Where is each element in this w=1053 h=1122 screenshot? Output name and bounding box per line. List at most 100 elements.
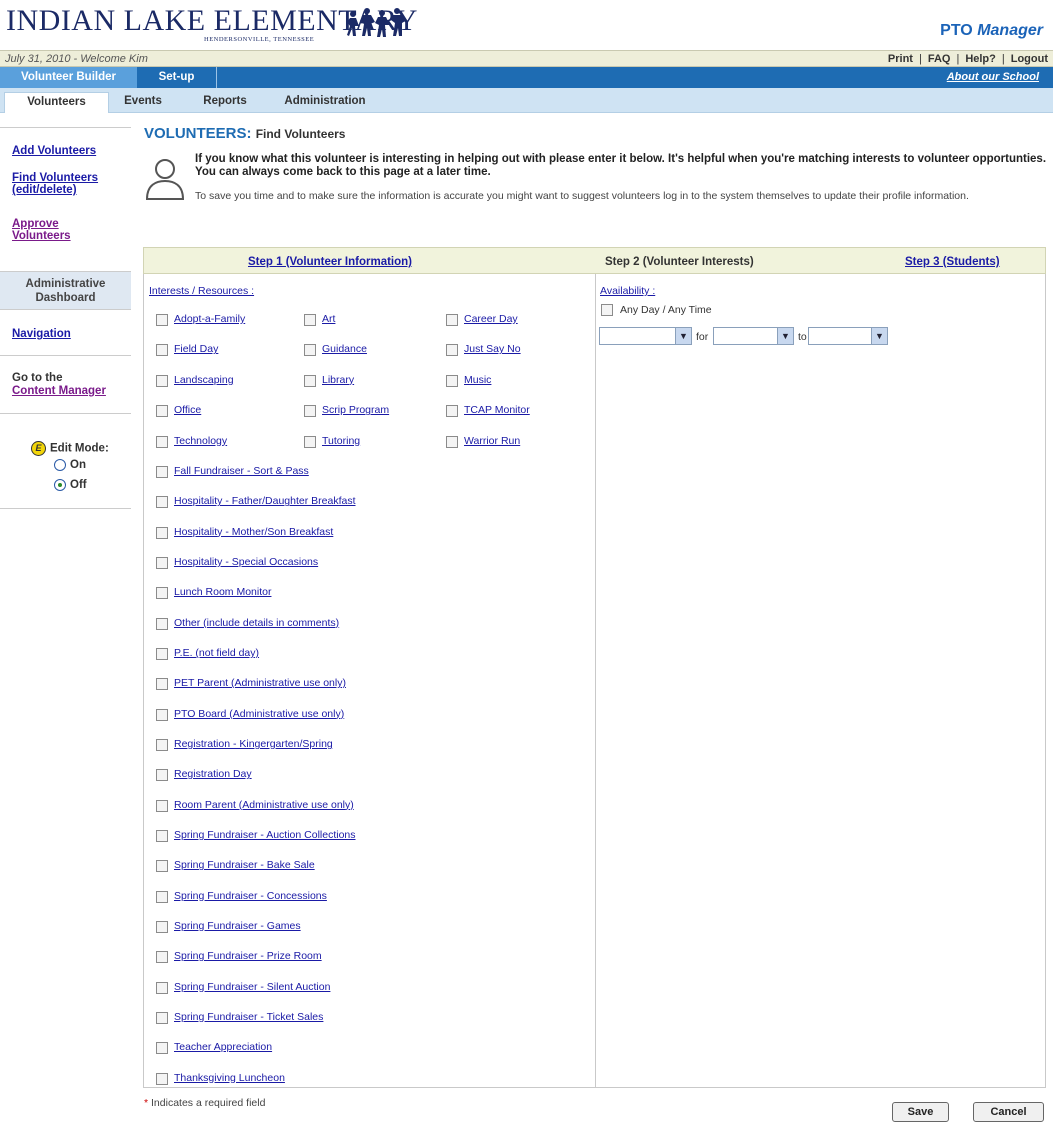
save-button[interactable]: Save [892,1102,949,1122]
interest-label[interactable]: PET Parent (Administrative use only) [174,677,346,689]
any-day-checkbox[interactable] [601,304,613,316]
interest-checkbox[interactable] [156,556,168,569]
add-volunteers-link[interactable]: Add Volunteers [12,145,96,157]
availability-label[interactable]: Availability : [600,285,655,297]
interest-label[interactable]: Lunch Room Monitor [174,586,271,598]
interest-label[interactable]: Spring Fundraiser - Prize Room [174,950,322,962]
interest-checkbox[interactable] [304,405,316,418]
interest-label[interactable]: Guidance [322,343,367,355]
to-time-select[interactable]: ▼ [808,327,888,345]
interest-checkbox[interactable] [446,314,458,326]
help-link[interactable]: Help? [965,53,996,65]
interest-label[interactable]: Spring Fundraiser - Bake Sale [174,859,315,871]
interest-label[interactable]: Spring Fundraiser - Ticket Sales [174,1011,323,1023]
tab-setup[interactable]: Set-up [137,67,217,88]
interest-checkbox[interactable] [446,374,458,387]
interest-checkbox[interactable] [304,314,316,326]
interest-checkbox[interactable] [446,344,458,357]
interest-label[interactable]: Room Parent (Administrative use only) [174,799,354,811]
interest-label[interactable]: Tutoring [322,435,360,447]
interest-label[interactable]: Registration Day [174,768,252,780]
content-manager-link[interactable]: Content Manager [12,385,106,397]
interest-checkbox[interactable] [156,344,168,357]
interest-checkbox[interactable] [304,344,316,357]
interest-label[interactable]: Career Day [464,313,518,325]
about-school-link[interactable]: About our School [947,71,1039,83]
interests-label[interactable]: Interests / Resources : [149,285,254,297]
interest-checkbox[interactable] [156,647,168,660]
interest-checkbox[interactable] [156,617,168,630]
interest-label[interactable]: Landscaping [174,374,234,386]
interest-checkbox[interactable] [156,405,168,418]
interest-checkbox[interactable] [156,981,168,994]
interest-label[interactable]: Field Day [174,343,218,355]
interest-checkbox[interactable] [156,435,168,448]
interest-checkbox[interactable] [156,587,168,600]
interest-checkbox[interactable] [446,435,458,448]
interest-checkbox[interactable] [156,829,168,842]
cancel-button[interactable]: Cancel [973,1102,1044,1122]
interest-label[interactable]: Library [322,374,354,386]
interest-label[interactable]: Hospitality - Mother/Son Breakfast [174,526,333,538]
interest-label[interactable]: Technology [174,435,227,447]
administrative-dashboard-button[interactable]: Administrative Dashboard [0,271,131,310]
interest-label[interactable]: TCAP Monitor [464,404,530,416]
interest-checkbox[interactable] [156,951,168,964]
tab-volunteers[interactable]: Volunteers [4,92,109,113]
edit-mode-off-radio[interactable]: Off [54,479,87,491]
navigation-link[interactable]: Navigation [12,328,71,340]
interest-label[interactable]: Office [174,404,201,416]
logout-link[interactable]: Logout [1011,53,1048,65]
interest-checkbox[interactable] [156,708,168,721]
interest-label[interactable]: Thanksgiving Luncheon [174,1072,285,1084]
interest-checkbox[interactable] [156,1072,168,1085]
interest-checkbox[interactable] [156,860,168,873]
interest-label[interactable]: Other (include details in comments) [174,617,339,629]
step-1-link[interactable]: Step 1 (Volunteer Information) [248,256,412,268]
interest-checkbox[interactable] [156,920,168,933]
tab-administration[interactable]: Administration [275,92,375,113]
tab-reports[interactable]: Reports [190,92,260,113]
interest-checkbox[interactable] [156,1042,168,1055]
interest-label[interactable]: PTO Board (Administrative use only) [174,708,344,720]
find-volunteers-link[interactable]: Find Volunteers (edit/delete) [12,172,98,196]
tab-volunteer-builder[interactable]: Volunteer Builder [0,67,137,88]
interest-checkbox[interactable] [156,799,168,812]
interest-checkbox[interactable] [156,466,168,478]
interest-label[interactable]: Music [464,374,491,386]
day-select[interactable]: ▼ [599,327,692,345]
interest-label[interactable]: Art [322,313,335,325]
interest-checkbox[interactable] [156,526,168,539]
interest-label[interactable]: Hospitality - Special Occasions [174,556,318,568]
interest-label[interactable]: Teacher Appreciation [174,1041,272,1053]
from-time-select[interactable]: ▼ [713,327,794,345]
interest-label[interactable]: Hospitality - Father/Daughter Breakfast [174,495,356,507]
interest-checkbox[interactable] [156,1011,168,1024]
interest-label[interactable]: Spring Fundraiser - Silent Auction [174,981,330,993]
interest-checkbox[interactable] [156,678,168,691]
step-3-link[interactable]: Step 3 (Students) [905,256,1000,268]
interest-checkbox[interactable] [156,769,168,782]
interest-label[interactable]: P.E. (not field day) [174,647,259,659]
interest-label[interactable]: Scrip Program [322,404,389,416]
interest-label[interactable]: Just Say No [464,343,521,355]
interest-label[interactable]: Spring Fundraiser - Games [174,920,301,932]
approve-volunteers-link[interactable]: Approve Volunteers [12,218,71,242]
interest-label[interactable]: Fall Fundraiser - Sort & Pass [174,465,309,477]
interest-label[interactable]: Adopt-a-Family [174,313,245,325]
faq-link[interactable]: FAQ [928,53,951,65]
interest-label[interactable]: Warrior Run [464,435,520,447]
interest-checkbox[interactable] [446,405,458,418]
interest-label[interactable]: Registration - Kingergarten/Spring [174,738,333,750]
edit-mode-on-radio[interactable]: On [54,459,86,471]
tab-events[interactable]: Events [113,92,173,113]
interest-label[interactable]: Spring Fundraiser - Auction Collections [174,829,356,841]
interest-checkbox[interactable] [304,435,316,448]
interest-checkbox[interactable] [156,890,168,903]
interest-checkbox[interactable] [156,314,168,326]
interest-checkbox[interactable] [156,374,168,387]
interest-checkbox[interactable] [156,738,168,751]
print-link[interactable]: Print [888,53,913,65]
interest-label[interactable]: Spring Fundraiser - Concessions [174,890,327,902]
interest-checkbox[interactable] [304,374,316,387]
